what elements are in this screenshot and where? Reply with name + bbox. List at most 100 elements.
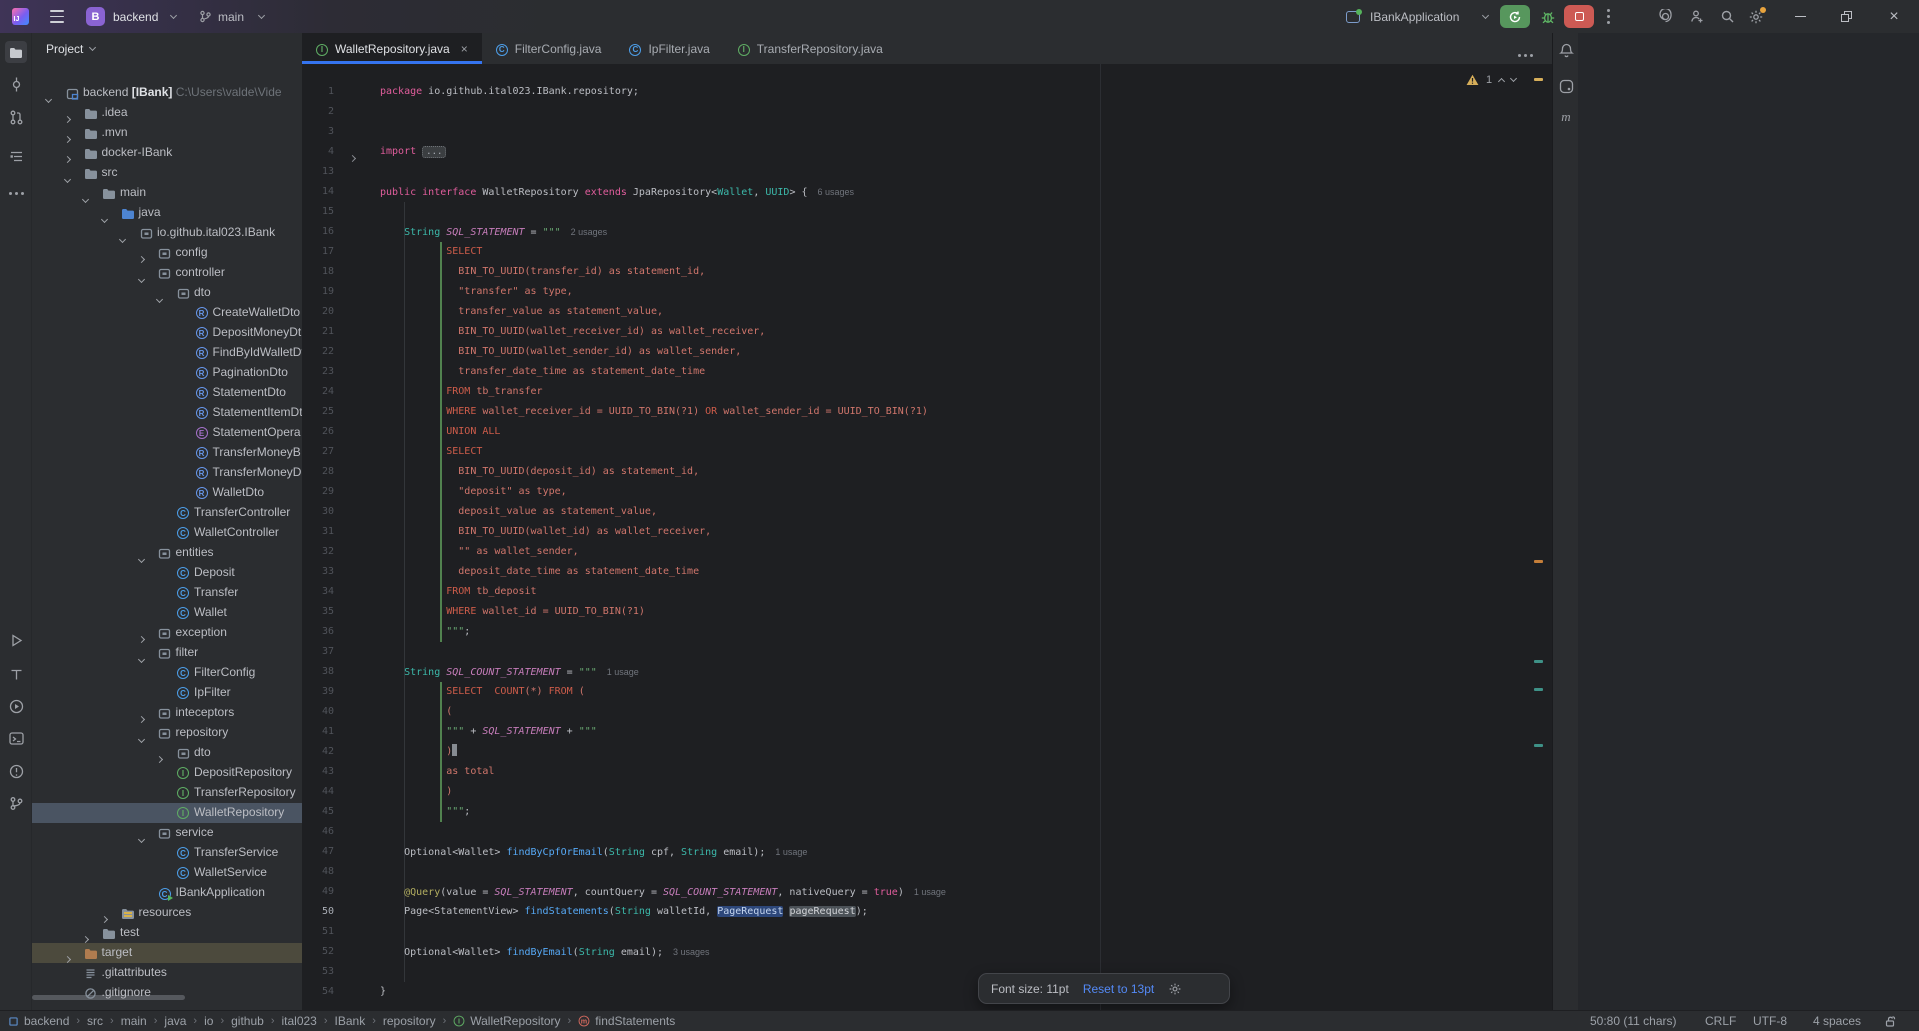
pull-requests-icon[interactable] <box>5 106 27 128</box>
line-number[interactable]: 45 <box>302 802 334 822</box>
line-number[interactable]: 29 <box>302 482 334 502</box>
line-number[interactable]: 18 <box>302 262 334 282</box>
main-menu-icon[interactable] <box>46 0 68 33</box>
restore-button[interactable] <box>1832 0 1860 33</box>
project-badge[interactable]: B <box>86 0 105 33</box>
tree-item-walletrepository[interactable]: IWalletRepository <box>32 803 302 823</box>
usages-inlay-hint[interactable]: 1 usage <box>914 887 946 897</box>
code-line[interactable]: 48 <box>302 862 1552 882</box>
more-icon[interactable] <box>5 180 27 202</box>
line-number[interactable]: 54 <box>302 982 334 1002</box>
editor-tab[interactable]: ITransferRepository.java <box>724 33 897 64</box>
tree-expanded-chevron-icon[interactable] <box>63 176 70 183</box>
tree-expanded-chevron-icon[interactable] <box>137 836 144 843</box>
line-number[interactable]: 23 <box>302 362 334 382</box>
code-line[interactable]: 43 as total <box>302 762 1552 782</box>
tree-expanded-chevron-icon[interactable] <box>82 196 89 203</box>
code-line[interactable]: 50 Page<StatementView> findStatements(St… <box>302 902 1552 922</box>
line-number[interactable]: 27 <box>302 442 334 462</box>
code-line[interactable]: 21 BIN_TO_UUID(wallet_receiver_id) as wa… <box>302 322 1552 342</box>
code-line[interactable]: 1package io.github.ital023.IBank.reposit… <box>302 82 1552 102</box>
code-line[interactable]: 18 BIN_TO_UUID(transfer_id) as statement… <box>302 262 1552 282</box>
next-problem-icon[interactable] <box>1510 75 1517 82</box>
tree-collapsed-chevron-icon[interactable] <box>63 136 70 143</box>
services-icon[interactable] <box>5 695 27 717</box>
code-line[interactable]: 3 <box>302 122 1552 142</box>
code-line[interactable]: 51 <box>302 922 1552 942</box>
code-line[interactable]: 27 SELECT <box>302 442 1552 462</box>
code-line[interactable]: 30 deposit_value as statement_value, <box>302 502 1552 522</box>
close-button[interactable]: × <box>1880 0 1908 33</box>
tree-collapsed-chevron-icon[interactable] <box>100 916 107 923</box>
idea-logo-icon[interactable]: IJ <box>10 0 30 33</box>
code-line[interactable]: 38 String SQL_COUNT_STATEMENT = """1 usa… <box>302 662 1552 682</box>
git-icon[interactable] <box>5 792 27 814</box>
tree-item-resources[interactable]: resources <box>32 903 302 923</box>
code-line[interactable]: 13 <box>302 162 1552 182</box>
tree-item-controller[interactable]: controller <box>32 263 302 283</box>
code-line[interactable]: 22 BIN_TO_UUID(wallet_sender_id) as wall… <box>302 342 1552 362</box>
line-number[interactable]: 34 <box>302 582 334 602</box>
line-number[interactable]: 20 <box>302 302 334 322</box>
line-number[interactable]: 14 <box>302 182 334 202</box>
tree-item-transfermoneyd[interactable]: RTransferMoneyD <box>32 463 302 483</box>
structure-icon[interactable] <box>5 145 27 167</box>
tree-item-transfermoneyb[interactable]: RTransferMoneyB <box>32 443 302 463</box>
tree-item-backend[interactable]: backend [IBank] C:\Users\valde\Vide <box>32 83 302 103</box>
project-folder-icon[interactable] <box>5 41 27 63</box>
tree-item-findbyidwalletdt[interactable]: RFindByIdWalletDt <box>32 343 302 363</box>
tree-item-java[interactable]: java <box>32 203 302 223</box>
line-number[interactable]: 49 <box>302 882 334 902</box>
code-line[interactable]: 29 "deposit" as type, <box>302 482 1552 502</box>
tree-item-walletservice[interactable]: CWalletService <box>32 863 302 883</box>
tree-item-ipfilter[interactable]: CIpFilter <box>32 683 302 703</box>
tree-item-walletcontroller[interactable]: CWalletController <box>32 523 302 543</box>
line-number[interactable]: 44 <box>302 782 334 802</box>
code-line[interactable]: 35 WHERE wallet_id = UUID_TO_BIN(?1) <box>302 602 1552 622</box>
tree-item-repository[interactable]: repository <box>32 723 302 743</box>
usages-inlay-hint[interactable]: 1 usage <box>607 667 639 677</box>
line-number[interactable]: 22 <box>302 342 334 362</box>
code-line[interactable]: 36 """; <box>302 622 1552 642</box>
tree-expanded-chevron-icon[interactable] <box>119 236 126 243</box>
git-branch-icon[interactable] <box>198 0 212 33</box>
line-number[interactable]: 3 <box>302 122 334 142</box>
line-number[interactable]: 40 <box>302 702 334 722</box>
problems-icon[interactable] <box>5 760 27 782</box>
code-line[interactable]: 26 UNION ALL <box>302 422 1552 442</box>
line-number[interactable]: 25 <box>302 402 334 422</box>
notifications-icon[interactable] <box>1555 39 1577 61</box>
tree-item-.idea[interactable]: .idea <box>32 103 302 123</box>
tree-item-entities[interactable]: entities <box>32 543 302 563</box>
tree-collapsed-chevron-icon[interactable] <box>63 956 70 963</box>
breadcrumb-java[interactable]: java <box>164 1014 186 1028</box>
line-number[interactable]: 51 <box>302 922 334 942</box>
line-separator[interactable]: CRLF <box>1705 1011 1736 1031</box>
line-number[interactable]: 15 <box>302 202 334 222</box>
tree-item-transfer[interactable]: CTransfer <box>32 583 302 603</box>
tree-item-dto[interactable]: dto <box>32 283 302 303</box>
tree-collapsed-chevron-icon[interactable] <box>63 156 70 163</box>
tree-item-transferservice[interactable]: CTransferService <box>32 843 302 863</box>
code-line[interactable]: 47 Optional<Wallet> findByCpfOrEmail(Str… <box>302 842 1552 862</box>
stripe-mark-warning[interactable] <box>1534 78 1543 81</box>
project-widget[interactable]: backend <box>113 0 158 33</box>
tab-options-icon[interactable] <box>1516 44 1534 62</box>
code-line[interactable]: 20 transfer_value as statement_value, <box>302 302 1552 322</box>
tree-collapsed-chevron-icon[interactable] <box>156 756 163 763</box>
maven-icon[interactable]: m <box>1555 106 1577 128</box>
tree-expanded-chevron-icon[interactable] <box>137 556 144 563</box>
code-line[interactable]: 17 SELECT <box>302 242 1552 262</box>
usages-inlay-hint[interactable]: 1 usage <box>775 847 807 857</box>
rerun-button[interactable] <box>1500 0 1530 33</box>
tree-item-deposit[interactable]: CDeposit <box>32 563 302 583</box>
tree-item-inteceptors[interactable]: inteceptors <box>32 703 302 723</box>
line-number[interactable]: 21 <box>302 322 334 342</box>
line-number[interactable]: 47 <box>302 842 334 862</box>
tree-item-paginationdto[interactable]: RPaginationDto <box>32 363 302 383</box>
tree-item-test[interactable]: test <box>32 923 302 943</box>
code-line[interactable]: 25 WHERE wallet_receiver_id = UUID_TO_BI… <box>302 402 1552 422</box>
breadcrumb-backend[interactable]: backend <box>8 1014 69 1028</box>
tree-item-io.github.ital023.ibank[interactable]: io.github.ital023.IBank <box>32 223 302 243</box>
tree-collapsed-chevron-icon[interactable] <box>82 936 89 943</box>
